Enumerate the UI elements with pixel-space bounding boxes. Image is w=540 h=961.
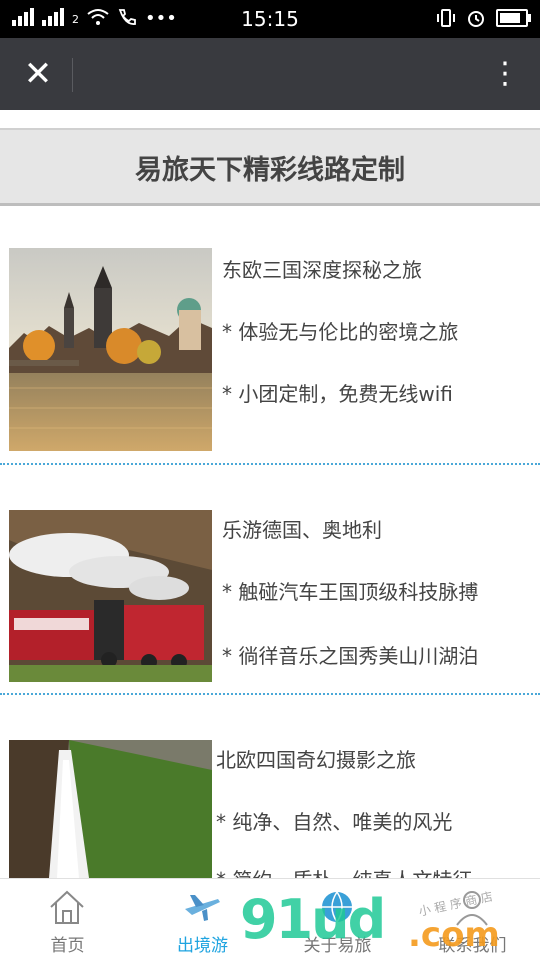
route-card[interactable]: 东欧三国深度探秘之旅 * 体验无与伦比的密境之旅 * 小团定制，免费无线wifi [0, 248, 540, 458]
route-feature: * 体验无与伦比的密境之旅 [222, 320, 459, 344]
battery-icon [496, 9, 531, 27]
watermark-domain: .com [408, 915, 500, 955]
route-image-train[interactable] [9, 510, 212, 682]
route-feature: * 小团定制，免费无线wifi [222, 382, 453, 406]
route-feature: * 纯净、自然、唯美的风光 [216, 810, 453, 834]
route-image-prague[interactable] [9, 248, 212, 451]
route-title: 东欧三国深度探秘之旅 [222, 258, 422, 282]
page-title-bar: 易旅天下精彩线路定制 [0, 128, 540, 206]
route-image-waterfall[interactable] [9, 740, 212, 878]
route-title: 北欧四国奇幻摄影之旅 [216, 748, 416, 772]
close-icon[interactable]: ✕ [18, 54, 58, 94]
route-title: 乐游德国、奥地利 [222, 518, 382, 542]
route-feature: * 徜徉音乐之国秀美山川湖泊 [222, 644, 479, 668]
divider [0, 463, 540, 465]
route-feature: * 触碰汽车王国顶级科技脉搏 [222, 580, 479, 604]
nav-home[interactable]: 首页 [0, 879, 135, 961]
route-card[interactable]: 北欧四国奇幻摄影之旅 * 纯净、自然、唯美的风光 * 简约、质朴、纯真人文特征 [0, 740, 540, 878]
vibrate-icon [437, 9, 455, 27]
alarm-icon [468, 11, 484, 27]
nav-label: 首页 [50, 936, 85, 956]
app-header: ✕ ⋮ [0, 38, 540, 110]
route-card[interactable]: 乐游德国、奥地利 * 触碰汽车王国顶级科技脉搏 * 徜徉音乐之国秀美山川湖泊 [0, 510, 540, 685]
header-divider [72, 58, 73, 92]
airplane-icon [185, 895, 220, 921]
watermark: 91ud [240, 888, 386, 951]
page-title: 易旅天下精彩线路定制 [135, 155, 405, 186]
more-vertical-icon[interactable]: ⋮ [490, 54, 520, 94]
divider [0, 693, 540, 695]
home-icon [50, 890, 84, 924]
status-bar: 2 ••• 15:15 [0, 0, 540, 38]
route-feature: * 简约、质朴、纯真人文特征 [216, 864, 472, 878]
